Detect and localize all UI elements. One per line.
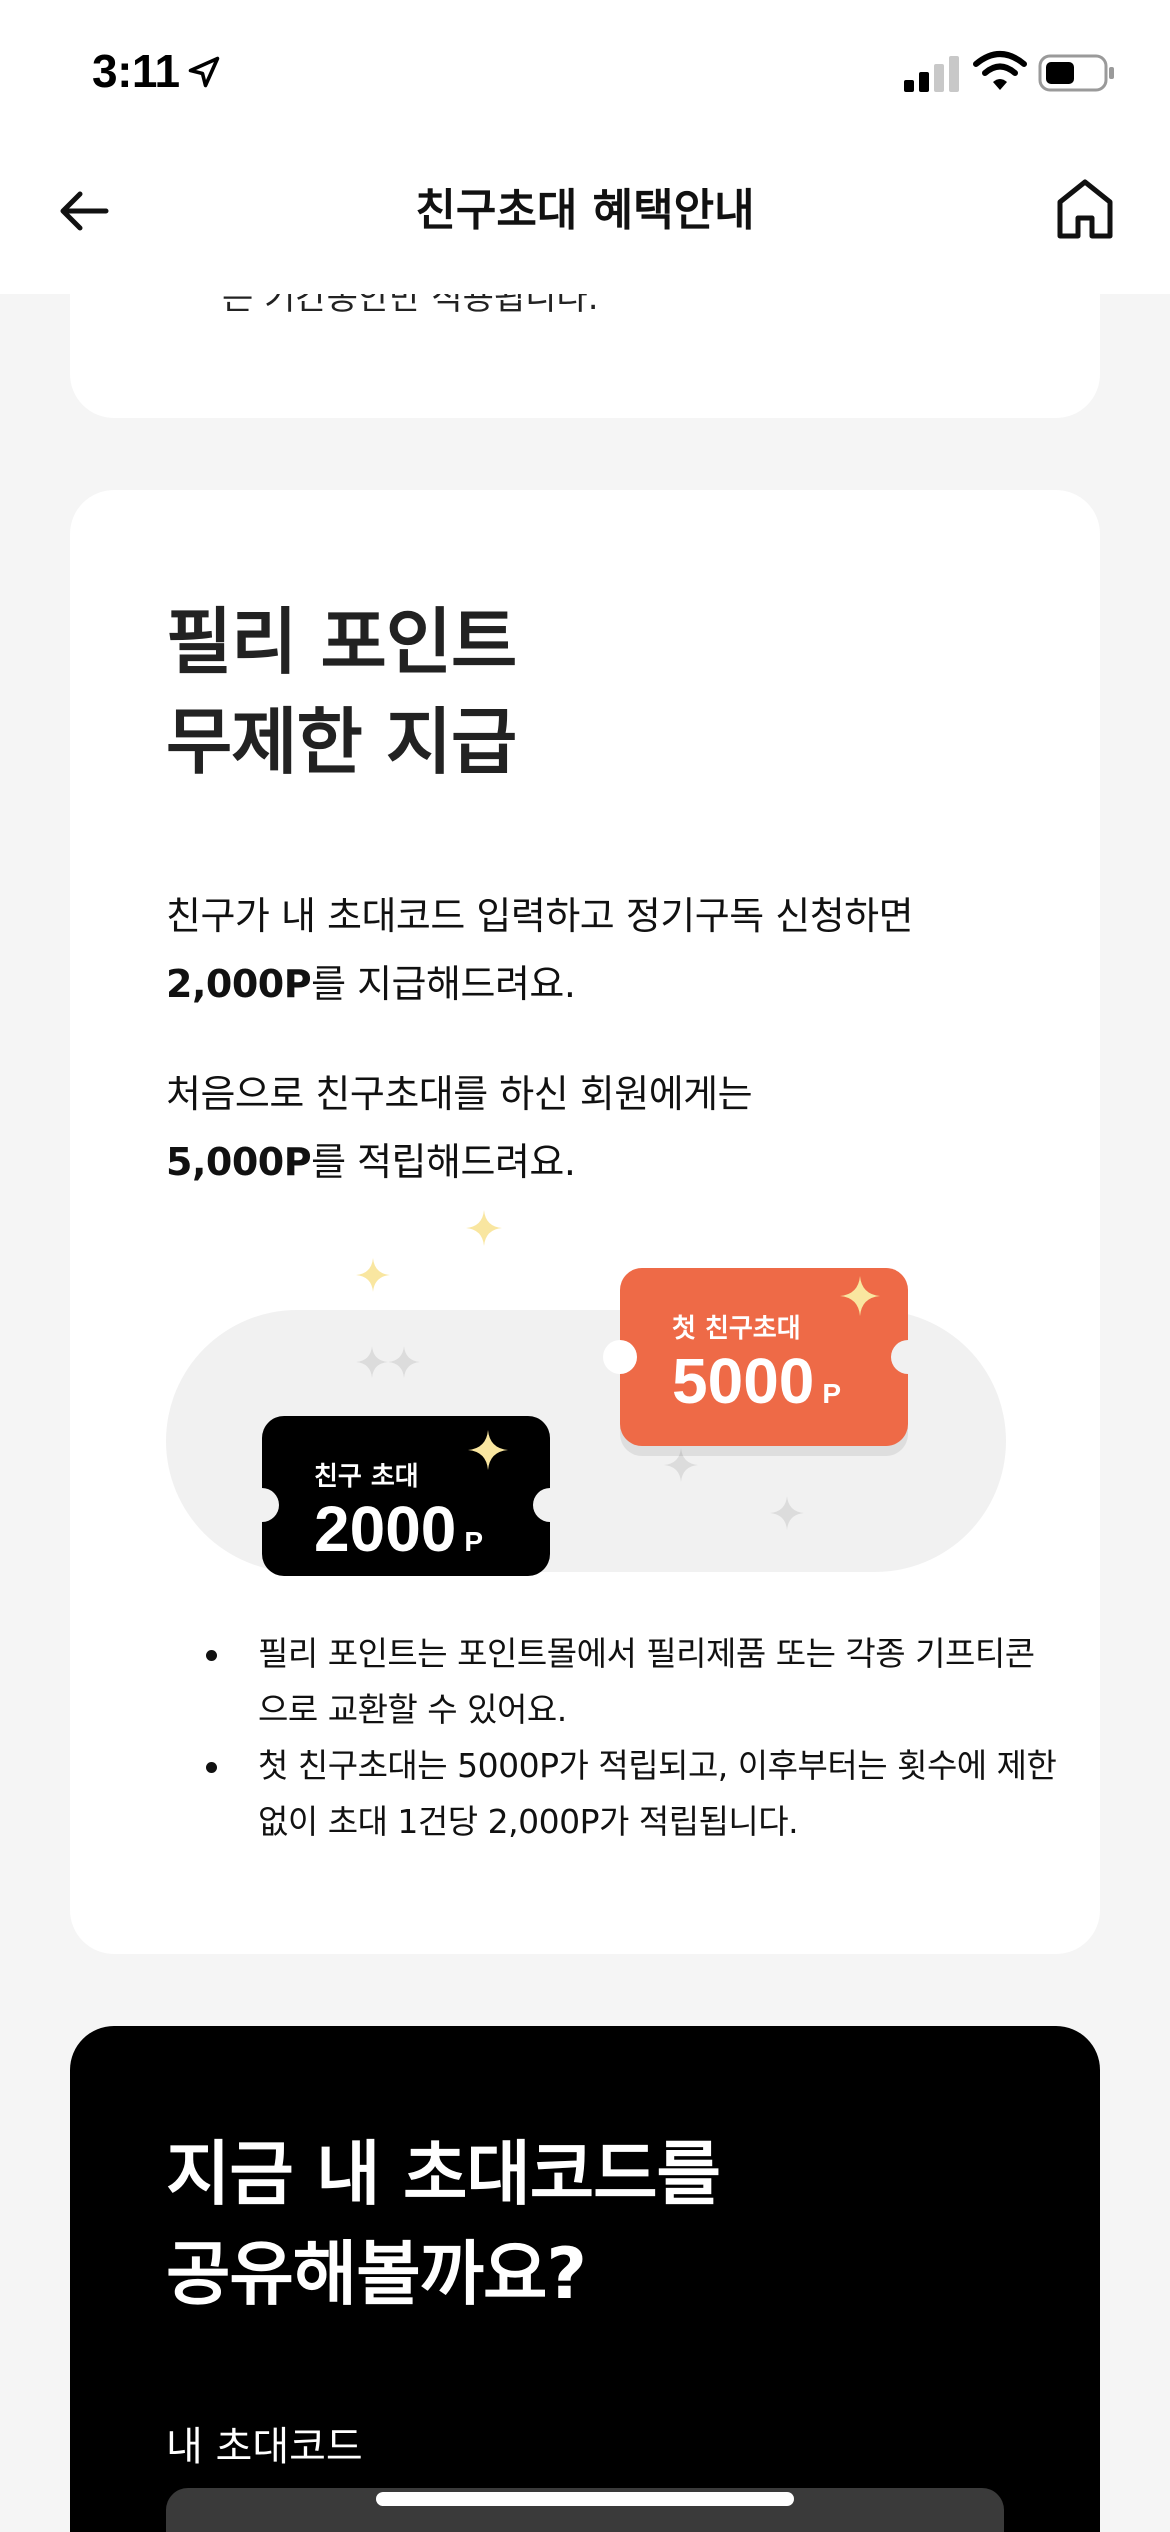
- points-title: 필리 포인트 무제한 지급: [166, 592, 517, 792]
- share-title-line1: 지금 내 초대코드를: [166, 2133, 721, 2215]
- share-title: 지금 내 초대코드를 공유해볼까요?: [166, 2124, 721, 2324]
- referral-ticket: 친구 초대 2000 P: [245, 1416, 567, 1576]
- referral-reward-line2: 2,000P를 지급해드려요.: [166, 962, 576, 1006]
- sparkle-icon: [664, 1448, 698, 1482]
- first-referral-ticket-value: 5000 P: [672, 1345, 842, 1417]
- referral-reward-text: 친구가 내 초대코드 입력하고 정기구독 신청하면 2,000P를 지급해드려요…: [166, 882, 914, 1018]
- first-referral-ticket: 첫 친구초대 5000 P: [603, 1268, 925, 1446]
- share-code-card: 지금 내 초대코드를 공유해볼까요? 내 초대코드: [70, 2026, 1100, 2532]
- sparkle-icon: [840, 1276, 880, 1316]
- first-referral-text: 처음으로 친구초대를 하신 회원에게는 5,000P를 적립해드려요.: [166, 1060, 753, 1196]
- invite-code-label: 내 초대코드: [166, 2424, 363, 2470]
- sparkle-icon: [468, 1430, 508, 1470]
- first-referral-amount: 5,000P: [166, 1140, 312, 1184]
- first-referral-line2: 5,000P를 적립해드려요.: [166, 1140, 576, 1184]
- first-referral-line1: 처음으로 친구초대를 하신 회원에게는: [166, 1072, 753, 1116]
- share-title-line2: 공유해볼까요?: [166, 2233, 587, 2315]
- points-title-line1: 필리 포인트: [166, 600, 517, 684]
- points-notes-list: 필리 포인트는 포인트몰에서 필리제품 또는 각종 기프티콘으로 교환할 수 있…: [206, 1626, 1060, 1850]
- wifi-icon: [973, 51, 1027, 90]
- sparkle-icon: [466, 1210, 502, 1246]
- sparkle-icon: [356, 1258, 390, 1292]
- status-bar: 3:11: [0, 0, 1170, 140]
- sparkle-icon: [770, 1496, 804, 1530]
- first-referral-ticket-label: 첫 친구초대: [672, 1314, 801, 1344]
- sparkle-icon: [388, 1346, 420, 1378]
- list-item: 필리 포인트는 포인트몰에서 필리제품 또는 각종 기프티콘으로 교환할 수 있…: [206, 1626, 1060, 1738]
- sparkle-icon: [356, 1346, 388, 1378]
- referral-ticket-value: 2000 P: [314, 1493, 484, 1565]
- home-icon[interactable]: [1054, 176, 1116, 242]
- referral-ticket-label: 친구 초대: [314, 1462, 419, 1492]
- battery-icon: [1038, 54, 1114, 92]
- status-time: 3:11: [92, 45, 180, 97]
- referral-reward-amount: 2,000P: [166, 962, 312, 1006]
- navigation-bar: 친구초대 혜택안내: [0, 140, 1170, 294]
- location-arrow-icon: [188, 56, 220, 88]
- ticket-illustration: 친구 초대 2000 P 첫 친구초대 5000 P: [166, 1210, 1006, 1580]
- page-title: 친구초대 혜택안내: [415, 185, 755, 236]
- list-item: 첫 친구초대는 5000P가 적립되고, 이후부터는 횟수에 제한없이 초대 1…: [206, 1738, 1060, 1850]
- points-info-card: 필리 포인트 무제한 지급 친구가 내 초대코드 입력하고 정기구독 신청하면 …: [70, 490, 1100, 1954]
- home-indicator[interactable]: [376, 2492, 794, 2506]
- cell-signal-icon: [904, 56, 959, 92]
- referral-reward-line1: 친구가 내 초대코드 입력하고 정기구독 신청하면: [166, 894, 914, 938]
- points-title-line2: 무제한 지급: [166, 700, 517, 784]
